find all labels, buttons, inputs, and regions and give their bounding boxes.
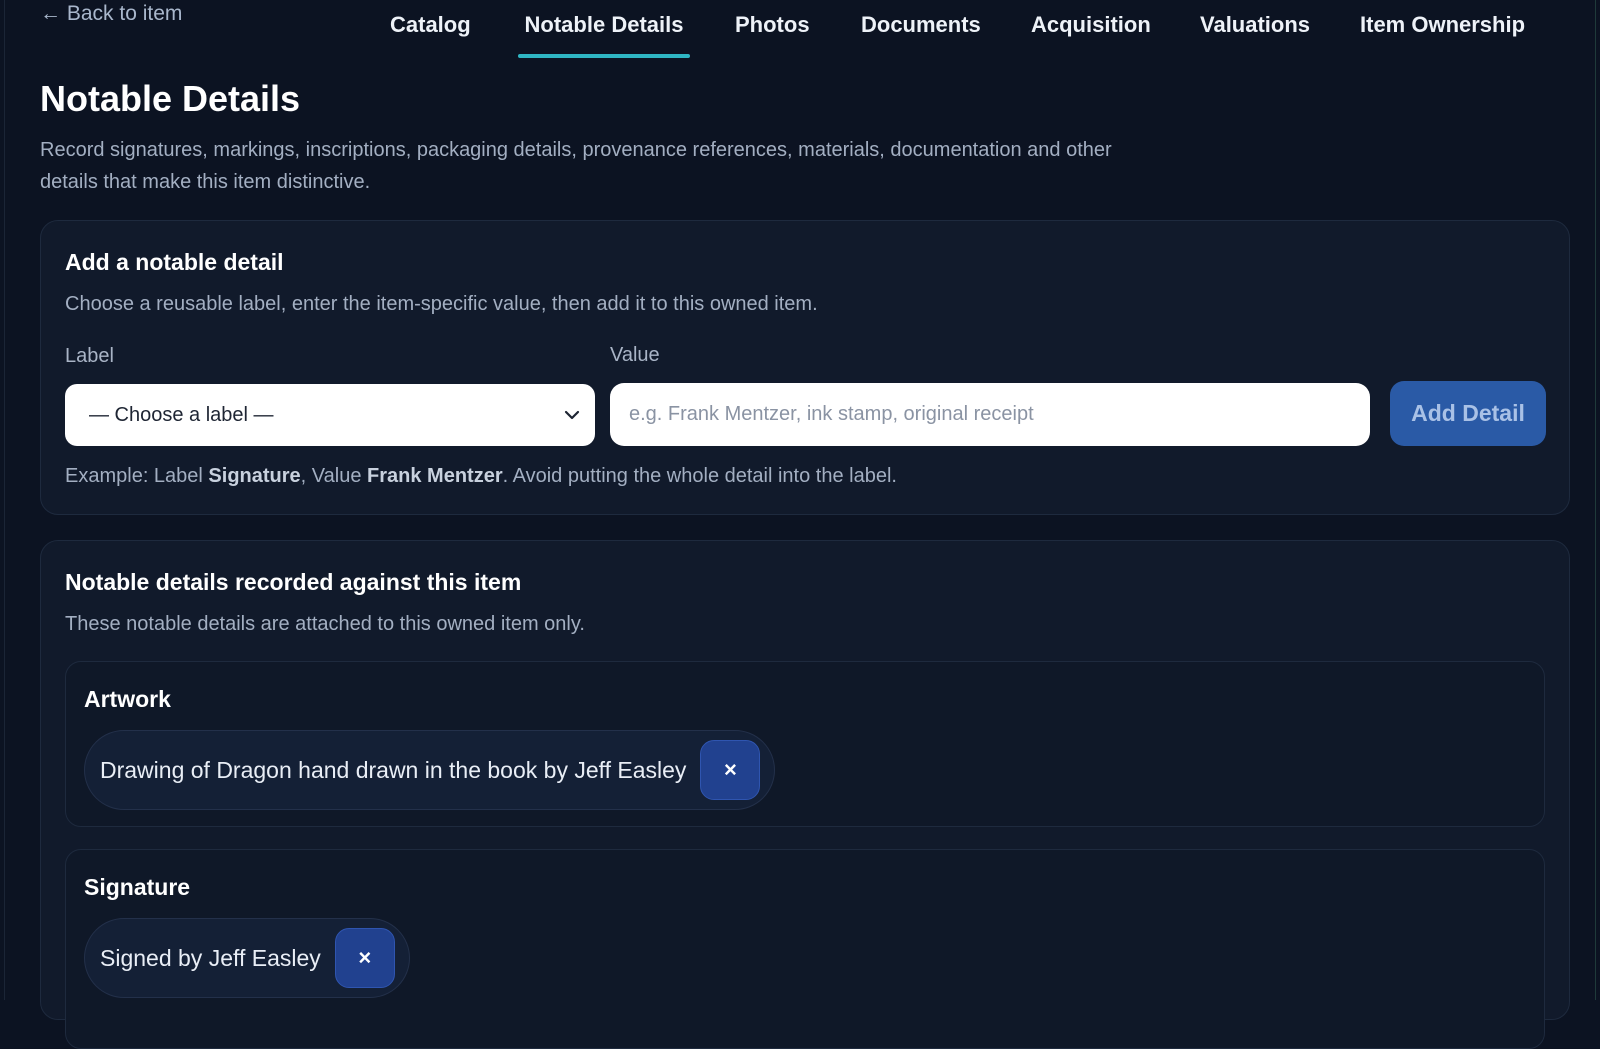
detail-chip-value: Drawing of Dragon hand drawn in the book… <box>100 756 687 783</box>
detail-group-label: Signature <box>84 874 191 900</box>
recorded-details-subtitle: These notable details are attached to th… <box>65 613 585 635</box>
tab-photos[interactable]: Photos <box>735 10 810 58</box>
page-title: Notable Details <box>40 78 301 119</box>
detail-chip: Drawing of Dragon hand drawn in the book… <box>84 730 776 810</box>
add-detail-title: Add a notable detail <box>65 249 284 275</box>
remove-detail-button[interactable]: × <box>334 928 395 988</box>
example-suffix: . Avoid putting the whole detail into th… <box>502 465 897 487</box>
add-detail-button[interactable]: Add Detail <box>1390 381 1546 446</box>
tab-valuations[interactable]: Valuations <box>1200 10 1310 58</box>
value-input[interactable] <box>610 383 1370 446</box>
example-prefix: Example: Label <box>65 465 209 487</box>
example-middle: , Value <box>300 465 368 487</box>
tab-item-ownership[interactable]: Item Ownership <box>1360 10 1525 58</box>
detail-group-artwork: Artwork Drawing of Dragon hand drawn in … <box>65 661 1545 827</box>
tab-acquisition[interactable]: Acquisition <box>1031 10 1151 58</box>
page-description: Record signatures, markings, inscription… <box>40 139 1112 193</box>
tab-documents[interactable]: Documents <box>861 10 981 58</box>
example-label: Signature <box>208 465 301 487</box>
tab-bar: Catalog Notable Details Photos Documents… <box>5 0 1595 60</box>
chevron-down-icon <box>564 410 580 420</box>
example-hint: Example: Label Signature, Value Frank Me… <box>65 465 897 488</box>
example-value: Frank Mentzer <box>367 465 503 487</box>
detail-chip-value: Signed by Jeff Easley <box>100 944 321 971</box>
label-select-value: — Choose a label — <box>89 403 274 426</box>
tab-notable-details[interactable]: Notable Details <box>518 10 690 58</box>
add-detail-card: Add a notable detail Choose a reusable l… <box>40 220 1570 515</box>
label-field-label: Label <box>65 345 114 367</box>
detail-chip: Signed by Jeff Easley × <box>84 918 410 998</box>
add-detail-subtitle: Choose a reusable label, enter the item-… <box>65 293 818 315</box>
detail-group-label: Artwork <box>84 686 171 712</box>
close-icon: × <box>723 757 737 782</box>
label-select[interactable]: — Choose a label — <box>65 384 595 446</box>
detail-group-signature: Signature Signed by Jeff Easley × <box>65 849 1545 1049</box>
tab-catalog[interactable]: Catalog <box>390 10 471 58</box>
recorded-details-card: Notable details recorded against this it… <box>40 540 1570 1049</box>
value-field-label: Value <box>610 344 660 366</box>
close-icon: × <box>358 945 372 970</box>
remove-detail-button[interactable]: × <box>700 740 761 800</box>
recorded-details-title: Notable details recorded against this it… <box>65 569 522 595</box>
app-frame: ← Back to item Catalog Notable Details P… <box>4 0 1596 1049</box>
